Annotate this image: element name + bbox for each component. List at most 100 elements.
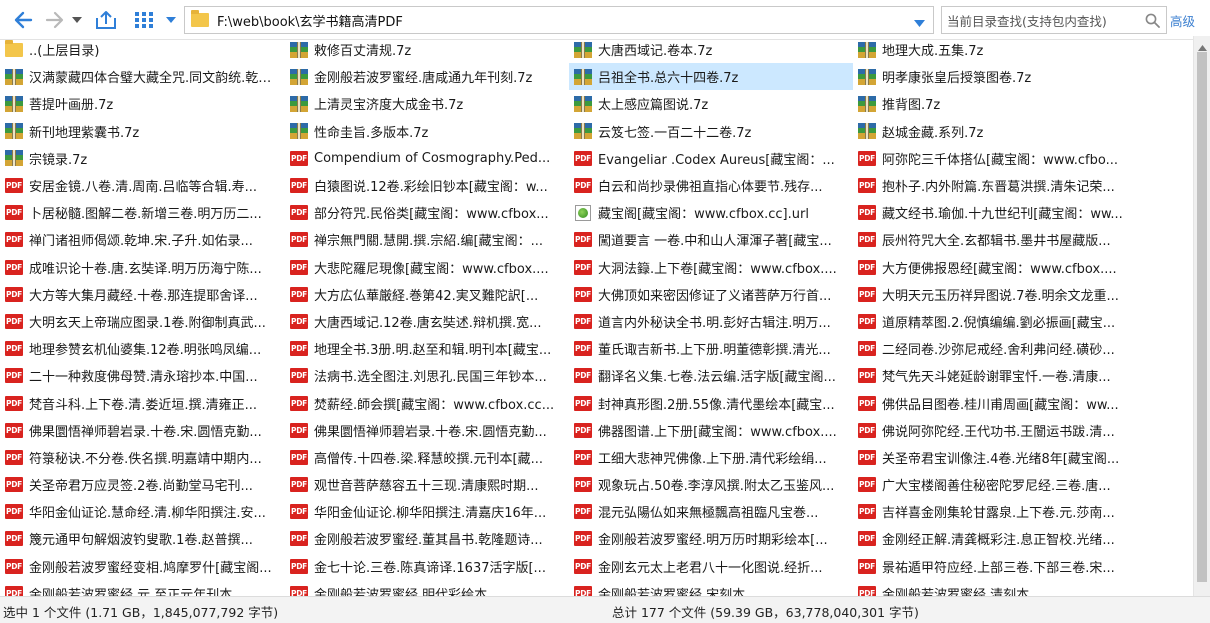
file-item[interactable]: PDF 金刚般若波罗蜜经.明万历时期彩绘本[... [569,525,853,552]
file-item[interactable]: PDF 法病书.选全图注.刘思孔.民国三年钞本... [285,362,569,389]
up-folder-icon[interactable] [92,6,120,34]
file-item[interactable]: PDF 道原精萃图.2.倪慎编编.劉必振画[藏宝... [853,308,1137,335]
file-item[interactable]: 吕祖全书.总六十四卷.7z [569,63,853,91]
search-icon[interactable] [1145,13,1160,32]
file-item[interactable]: PDF 华阳金仙证论.慧命经.清.柳华阳撰注.安... [0,498,284,525]
file-item[interactable]: PDF 关圣帝君宝训像注.4卷.光绪8年[藏宝阁... [853,444,1137,471]
file-item[interactable]: PDF 金刚般若波罗蜜经变相.鸠摩罗什[藏宝阁... [0,553,284,580]
parent-folder-item[interactable]: ..(上层目录) [0,36,284,63]
file-item[interactable]: PDF 翻译名义集.七卷.法云编.活字版[藏宝阁... [569,362,853,389]
search-box[interactable]: 当前目录查找(支持包内查找) [941,6,1167,34]
file-item[interactable]: 明孝康张皇后授箓图卷.7z [853,63,1137,90]
view-grid-icon[interactable] [130,6,158,34]
address-path[interactable]: F:\web\book\玄学书籍高清PDF [217,11,403,30]
file-item[interactable]: PDF 成唯识论十卷.唐.玄奘译.明万历海宁陈... [0,254,284,281]
file-item[interactable]: PDF 佛器图谱.上下册[藏宝阁：www.cfbox.... [569,417,853,444]
file-item[interactable]: PDF 部分符咒.民俗类[藏宝阁：www.cfbox... [285,199,569,226]
file-item[interactable]: PDF 二经同卷.沙弥尼戒经.舍利弗问经.磺砂... [853,335,1137,362]
address-dropdown-icon[interactable] [914,16,925,31]
file-item[interactable]: PDF 梵气先天斗姥延龄谢罪宝忏.一卷.清康... [853,362,1137,389]
file-item[interactable]: PDF 辰州符咒大全.玄都辑书.墨井书屋藏版... [853,226,1137,253]
file-item[interactable]: 汉满蒙藏四体合璧大藏全咒.同文韵统.乾隆版[藏宝阁：www.cfbox.cc].… [0,63,284,90]
file-item[interactable]: PDF 观象玩占.50卷.李淳风撰.附太乙玉鉴风... [569,471,853,498]
file-item[interactable]: PDF 金刚般若波罗蜜经.清刻本... [853,580,1137,596]
file-item[interactable]: PDF 梵音斗科.上下卷.清.娄近垣.撰.清雍正... [0,389,284,416]
file-item[interactable]: PDF 大洞法籙.上下卷[藏宝阁：www.cfbox.... [569,254,853,281]
file-item[interactable]: PDF 地理全书.3册.明.赵至和辑.明刊本[藏宝... [285,335,569,362]
file-item[interactable]: PDF 二十一种救度佛母赞.清永瑢抄本.中国... [0,362,284,389]
address-bar[interactable]: F:\web\book\玄学书籍高清PDF [184,6,934,34]
forward-arrow-icon[interactable] [41,6,69,34]
file-item[interactable]: PDF 华阳金仙证论.柳华阳撰注.清嘉庆16年... [285,498,569,525]
file-item[interactable]: PDF 道言内外秘诀全书.明.彭好古辑注.明万... [569,308,853,335]
file-item[interactable]: PDF 金刚玄元太上老君八十一化图说.经折... [569,553,853,580]
file-item[interactable]: PDF 大悲陀羅尼現像[藏宝阁：www.cfbox.... [285,254,569,281]
file-item[interactable]: 宗镜录.7z [0,145,284,172]
file-item[interactable]: 上清灵宝济度大成金书.7z [285,90,569,117]
file-item[interactable]: PDF 禅门诸祖师偈颂.乾坤.宋.子升.如佑录... [0,226,284,253]
file-item[interactable]: PDF 安居金镜.八卷.清.周南.吕临等合辑.寿... [0,172,284,199]
file-item[interactable]: PDF 大唐西域记.12卷.唐玄奘述.辩机撰.宽... [285,308,569,335]
advanced-search-link[interactable]: 高级 [1170,11,1195,30]
file-item[interactable]: 赵城金藏.系列.7z [853,118,1137,145]
file-item[interactable]: PDF 金刚经正解.清龚概彩注.息正智校.光绪... [853,525,1137,552]
file-item[interactable]: PDF 观世音菩萨慈容五十三现.清康熙时期... [285,471,569,498]
file-item[interactable]: 地理大成.五集.7z [853,36,1137,63]
file-item[interactable]: PDF 金刚般若波罗蜜经.宋刻本... [569,580,853,596]
file-item[interactable]: PDF 工细大悲神咒佛像.上下册.清代彩绘绢... [569,444,853,471]
file-item[interactable]: PDF 金刚般若波罗蜜经.元.至正元年刊本... [0,580,284,596]
file-item[interactable]: PDF 大佛顶如来密因修证了义诸菩萨万行首... [569,281,853,308]
file-item[interactable]: PDF 藏文经书.瑜伽.十九世纪刊[藏宝阁：ww... [853,199,1137,226]
vertical-scrollbar[interactable] [1193,36,1210,596]
archive-file-icon [4,95,24,113]
file-item[interactable]: PDF 篾元通甲句解烟波钓叟歌.1卷.赵普撰... [0,525,284,552]
scrollbar-thumb[interactable] [1197,52,1207,582]
file-item[interactable]: PDF 封神真形图.2册.55像.清代墨绘本[藏宝... [569,389,853,416]
file-item[interactable]: PDF 佛说阿弥陀经.王代功书.王闓运书跋.清... [853,417,1137,444]
file-item[interactable]: PDF 白云和尚抄录佛祖直指心体要节.残存... [569,172,853,199]
file-item[interactable]: PDF Compendium of Cosmography.Ped... [285,145,569,172]
file-item[interactable]: PDF 金七十论.三卷.陈真谛译.1637活字版[... [285,553,569,580]
file-item[interactable]: PDF 大方等大集月藏经.十卷.那连提耶舍译... [0,281,284,308]
file-item[interactable]: PDF 禅宗無門關.慧開.撰.宗紹.编[藏宝阁：... [285,226,569,253]
back-arrow-icon[interactable] [9,6,37,34]
file-item[interactable]: PDF 广大宝楼阁善住秘密陀罗尼经.三卷.唐... [853,471,1137,498]
file-item[interactable]: 新刊地理紫囊书.7z [0,118,284,145]
file-item[interactable]: PDF 卜居秘髓.图解二卷.新增三卷.明万历二... [0,199,284,226]
file-item[interactable]: PDF 关圣帝君万应灵签.2卷.尚勤堂马宅刊... [0,471,284,498]
history-dropdown-icon[interactable] [70,6,84,34]
search-placeholder[interactable]: 当前目录查找(支持包内查找) [947,11,1107,30]
file-item[interactable]: PDF 大方便佛报恩经[藏宝阁：www.cfbox.... [853,254,1137,281]
file-item[interactable]: PDF 金刚般若波罗蜜经.明代彩绘本... [285,580,569,596]
file-item[interactable]: PDF 符箓秘诀.不分卷.佚名撰.明嘉靖中期内... [0,444,284,471]
file-item[interactable]: PDF 佛果圜悟禅师碧岩录.十卷.宋.圆悟克勤... [0,417,284,444]
file-item[interactable]: PDF 大明天元玉历祥异图说.7卷.明余文龙重... [853,281,1137,308]
file-item[interactable]: PDF 白猿图说.12卷.彩绘旧钞本[藏宝阁：w... [285,172,569,199]
file-item[interactable]: 云笈七签.一百二十二卷.7z [569,118,853,145]
file-item[interactable]: 推背图.7z [853,90,1137,117]
file-item[interactable]: 太上感应篇图说.7z [569,90,853,117]
file-item[interactable]: 金刚般若波罗蜜经.唐咸通九年刊刻.7z [285,63,569,90]
file-item[interactable]: PDF 混元弘陽仏如来無極飄高祖臨凡宝巻... [569,498,853,525]
file-item[interactable]: PDF Evangeliar .Codex Aureus[藏宝阁：... [569,145,853,172]
file-item[interactable]: PDF 吉祥喜金刚集轮甘露泉.上下卷.元.莎南... [853,498,1137,525]
file-item[interactable]: PDF 大方広仏華厳経.巻第42.実叉難陀訳[... [285,281,569,308]
file-item[interactable]: PDF 阿弥陀三千体搭仏[藏宝阁：www.cfbo... [853,145,1137,172]
file-item[interactable]: PDF 抱朴子.内外附篇.东晋葛洪撰.清朱记荣... [853,172,1137,199]
file-item[interactable]: 性命圭旨.多版本.7z [285,118,569,145]
file-item[interactable]: PDF 焚薪经.師会撰[藏宝阁：www.cfbox.cc... [285,389,569,416]
file-item[interactable]: PDF 大明玄天上帝瑞应图录.1卷.附御制真武... [0,308,284,335]
file-item[interactable]: 藏宝阁[藏宝阁：www.cfbox.cc].url [569,199,853,226]
file-item[interactable]: PDF 董氏诹吉新书.上下册.明董德彰撰.清光... [569,335,853,362]
file-item[interactable]: PDF 佛果圜悟禅师碧岩录.十卷.宋.圆悟克勤... [285,417,569,444]
file-item[interactable]: PDF 景祐遁甲符应经.上部三卷.下部三卷.宋... [853,553,1137,580]
file-item[interactable]: 敕修百丈清规.7z [285,36,569,63]
file-item[interactable]: PDF 佛供品目图卷.桂川甫周画[藏宝阁：ww... [853,389,1137,416]
file-item[interactable]: 大唐西域记.卷本.7z [569,36,853,63]
file-item[interactable]: 菩提叶画册.7z [0,90,284,117]
view-dropdown-icon[interactable] [164,6,178,34]
file-item[interactable]: PDF 闖道要言 一卷.中和山人渾渾子著[藏宝... [569,226,853,253]
file-item[interactable]: PDF 金刚般若波罗蜜经.董其昌书.乾隆题诗... [285,525,569,552]
file-item[interactable]: PDF 地理参赞玄机仙婆集.12卷.明张鸣凤编... [0,335,284,362]
file-item[interactable]: PDF 高僧传.十四卷.梁.释慧皎撰.元刊本[藏... [285,444,569,471]
